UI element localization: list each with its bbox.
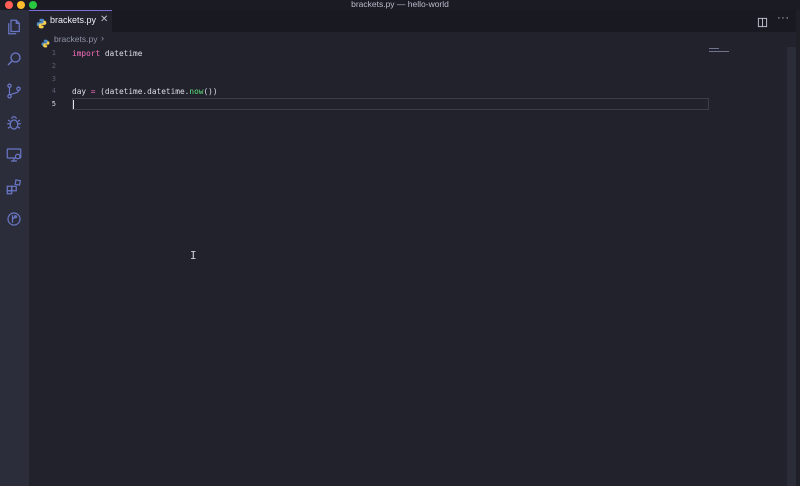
keyword-import: import (72, 49, 101, 58)
code-text: import datetime (72, 47, 142, 60)
minimap[interactable] (709, 47, 733, 57)
files-icon[interactable] (5, 18, 23, 36)
extensions-icon[interactable] (5, 178, 23, 196)
window-title: brackets.py — hello-world (351, 0, 449, 9)
code-line: 1 import datetime (29, 47, 787, 60)
activity-bar (0, 10, 29, 486)
tab-label: brackets.py (50, 15, 97, 25)
text-cursor (73, 100, 74, 109)
editor-scrollbar[interactable] (787, 47, 796, 486)
code-segment: ()) (203, 87, 218, 96)
remote-monitor-icon[interactable] (5, 146, 23, 164)
function-now: now (189, 87, 204, 96)
gitlens-icon[interactable] (5, 210, 23, 228)
code-editor[interactable]: 1 import datetime 2 3 4 day = (datetime.… (29, 47, 787, 486)
line-number: 1 (51, 49, 56, 57)
line-number-active: 5 (51, 100, 56, 108)
chevron-right-icon: › (101, 33, 104, 43)
breadcrumb: brackets.py › (29, 32, 787, 48)
current-line-highlight (72, 98, 709, 110)
python-icon (36, 16, 47, 29)
right-panel-edge (796, 10, 800, 486)
search-icon[interactable] (5, 50, 23, 68)
tab-close-button[interactable]: ✕ (100, 14, 108, 25)
line-number: 2 (51, 62, 56, 70)
python-icon (41, 35, 50, 48)
code-line: 2 (29, 60, 787, 73)
code-line: 4 day = (datetime.datetime.now()) (29, 85, 787, 98)
more-actions-icon[interactable]: ··· (777, 12, 790, 24)
mouse-ibeam-cursor-icon: I (190, 249, 197, 262)
line-number: 4 (51, 87, 56, 95)
code-segment: day (72, 87, 91, 96)
breadcrumb-file[interactable]: brackets.py (54, 34, 97, 44)
code-segment: (datetime.datetime. (95, 87, 190, 96)
title-bar: brackets.py — hello-world (0, 0, 800, 10)
git-branch-icon[interactable] (5, 82, 23, 100)
code-text: day = (datetime.datetime.now()) (72, 85, 218, 98)
module-name: datetime (100, 49, 143, 58)
split-editor-icon[interactable] (757, 15, 768, 28)
tab-bar: brackets.py ✕ ··· (29, 10, 800, 32)
tab-brackets-py[interactable]: brackets.py ✕ (29, 10, 112, 32)
bug-icon[interactable] (5, 114, 23, 132)
